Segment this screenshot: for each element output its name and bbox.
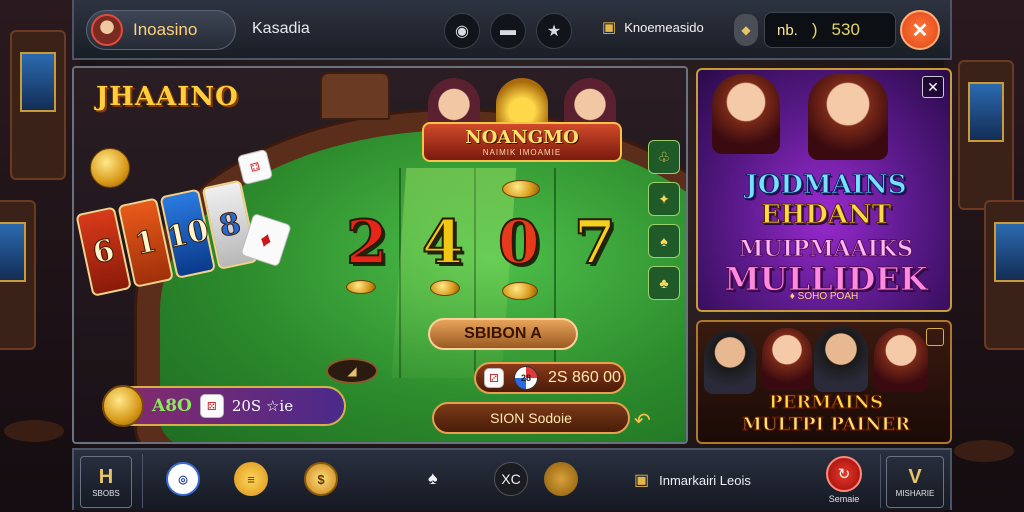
- menu-label: Inmarkairi Leois: [659, 472, 751, 488]
- notification-item[interactable]: ▣ Knoemeasido: [602, 18, 704, 36]
- sparkle-icon[interactable]: ✦: [648, 182, 680, 216]
- dollar-coin-icon[interactable]: $: [304, 462, 338, 496]
- promo-title: JODMAINS: [745, 170, 907, 201]
- character-portrait: [814, 326, 868, 392]
- game-screen: Inoasino Kasadia ◉ ▬ ★ ▣ Knoemeasido ◆ n…: [0, 0, 1024, 512]
- player-score: A8O: [152, 396, 192, 416]
- chat-icon[interactable]: ◉: [444, 13, 480, 49]
- spin-label: Semaie: [828, 494, 860, 504]
- notification-text: Knoemeasido: [624, 19, 704, 35]
- close-icon[interactable]: ✕: [922, 76, 944, 98]
- arcade-background-right: [944, 0, 1024, 512]
- shield-icon[interactable]: ◆: [734, 14, 758, 46]
- gold-coin-icon: [102, 385, 144, 427]
- xc-button[interactable]: XC: [494, 462, 528, 496]
- character-portrait: [808, 74, 888, 160]
- chip-icon: [502, 282, 538, 300]
- player-status-bar: A8O ⚄ 20S ☆ie: [102, 385, 346, 427]
- arcade-cabinet: [10, 30, 66, 180]
- chip-icon: 28: [514, 366, 538, 390]
- suit-spade-icon[interactable]: ♠: [648, 224, 680, 258]
- chip-icon[interactable]: ◎: [166, 462, 200, 496]
- cards-icon[interactable]: ♠: [428, 468, 438, 489]
- crown-icon: V MISHARIE: [886, 456, 944, 508]
- balance-display: nb. ) 530: [764, 12, 896, 48]
- bar-stool: [4, 420, 64, 442]
- spin-icon: ↻: [826, 456, 862, 492]
- chip-icon: [430, 280, 460, 296]
- home-icon: H SBOBS: [80, 456, 132, 508]
- number-digit: 4: [421, 207, 465, 279]
- side-action-bar: ♧ ✦ ♠ ♣: [648, 140, 682, 340]
- promo-title: PERMAINS: [769, 392, 884, 414]
- home-button[interactable]: H SBOBS: [80, 456, 132, 508]
- balance-value: 530: [831, 20, 860, 39]
- win-value: 2S 860 00: [548, 369, 621, 386]
- win-display: ⚂ 28 2S 860 00: [474, 362, 626, 394]
- chip-stack-icon: [502, 180, 540, 198]
- star-icon[interactable]: ★: [536, 13, 572, 49]
- player-bonus: 20S ☆ie: [231, 397, 294, 415]
- game-logo: JHAAINO: [96, 82, 239, 112]
- home-label: SBOBS: [92, 489, 120, 498]
- banner-title: NOANGMO: [465, 127, 579, 148]
- character-portrait: [762, 328, 812, 390]
- banner-plate: NOANGMO NAIMIK IMOAMIE: [422, 122, 622, 162]
- avatar[interactable]: [91, 14, 123, 46]
- character-portrait: [874, 328, 928, 392]
- balance-arrow: ): [811, 20, 818, 39]
- menu-item[interactable]: ▣ Inmarkairi Leois: [634, 470, 751, 490]
- misc-button[interactable]: V MISHARIE: [886, 456, 944, 508]
- close-button[interactable]: ✕: [900, 10, 940, 50]
- round-indicator: ◢: [326, 358, 378, 384]
- bet-button[interactable]: SBIBON A: [428, 318, 578, 350]
- profile-pill[interactable]: Inoasino: [86, 10, 236, 50]
- promo-footer: ♦ SOHO POAH: [789, 291, 859, 302]
- promo-title: MULTPI PAINER: [741, 414, 911, 436]
- promo-title: MUIPMAAIKS: [738, 236, 914, 263]
- arcade-background-left: [0, 0, 80, 512]
- balance-tag: nb.: [777, 21, 798, 39]
- suit-club-icon[interactable]: ♧: [648, 140, 680, 174]
- bottom-bar: H SBOBS ◎ ≡ $ ♠ XC ▣ Inmarkairi Leois ↻ …: [72, 448, 952, 510]
- gold-coin-icon: [90, 148, 130, 188]
- arcade-cabinet: [984, 200, 1024, 350]
- number-digit: 2: [345, 207, 389, 279]
- promo-card-multiplayer[interactable]: ✕ JODMAINS EHDANT MUIPMAAIKS MULLIDEK ♦ …: [696, 68, 952, 312]
- chip-icon: [346, 280, 376, 294]
- shop-icon: ▣: [634, 472, 650, 489]
- bar-stool: [954, 440, 1014, 462]
- arrow-icon: ↶: [634, 410, 651, 432]
- cards-icon[interactable]: ▬: [490, 13, 526, 49]
- game-banner: NOANGMO NAIMIK IMOAMIE: [414, 78, 630, 164]
- suit-club-icon[interactable]: ♣: [648, 266, 680, 300]
- promo-title: EHDANT: [760, 200, 892, 231]
- misc-label: MISHARIE: [895, 489, 935, 498]
- number-digit: 0: [497, 207, 541, 279]
- arcade-cabinet: [958, 60, 1014, 210]
- expand-icon[interactable]: [926, 328, 944, 346]
- coin-icon[interactable]: ≡: [234, 462, 268, 496]
- dice-icon: ⚄: [199, 394, 224, 418]
- arcade-cabinet: [0, 200, 36, 350]
- top-bar: Inoasino Kasadia ◉ ▬ ★ ▣ Knoemeasido ◆ n…: [72, 0, 952, 60]
- spin-button[interactable]: ↻ Semaie: [826, 456, 862, 504]
- page-title: Kasadia: [252, 20, 310, 37]
- chair: [320, 72, 390, 120]
- game-table-panel: JHAAINO NOANGMO NAIMIK IMOAMIE 6 1 10 8 …: [72, 66, 688, 444]
- dice-icon: ⚂: [484, 368, 504, 388]
- character-portrait: [712, 74, 780, 154]
- promo-card-players[interactable]: PERMAINS MULTPI PAINER: [696, 320, 952, 444]
- brand-label: Inoasino: [133, 20, 198, 39]
- banner-subtitle: NAIMIK IMOAMIE: [482, 148, 562, 157]
- gift-icon: ▣: [602, 19, 617, 36]
- token-icon[interactable]: [544, 462, 578, 496]
- number-digit: 7: [573, 207, 617, 279]
- join-button[interactable]: SION Sodoie: [432, 402, 630, 434]
- character-portrait: [704, 330, 756, 394]
